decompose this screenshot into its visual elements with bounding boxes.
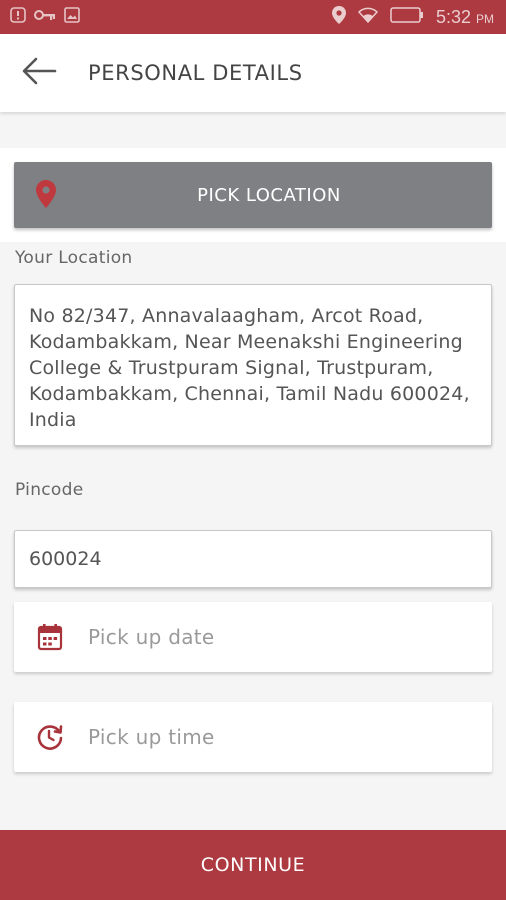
arrow-left-icon	[21, 57, 57, 89]
status-time: 5:32 PM	[436, 7, 494, 28]
page-title: PERSONAL DETAILS	[88, 61, 303, 85]
status-time-ampm: PM	[476, 11, 494, 26]
alert-icon	[10, 7, 26, 27]
battery-icon	[390, 7, 424, 27]
pickup-time-placeholder: Pick up time	[88, 725, 215, 749]
pincode-value: 600024	[29, 548, 102, 570]
image-icon	[64, 7, 80, 27]
location-icon	[331, 6, 346, 28]
app-toolbar: PERSONAL DETAILS	[0, 34, 506, 112]
continue-button[interactable]: CONTINUE	[0, 830, 506, 900]
pick-location-label: PICK LOCATION	[197, 184, 341, 206]
pincode-field[interactable]: 600024	[14, 530, 492, 588]
status-time-value: 5:32	[435, 6, 471, 27]
address-field[interactable]: No 82/347, Annavalaagham, Arcot Road, Ko…	[14, 284, 492, 446]
pickup-date-field[interactable]: Pick up date	[14, 602, 492, 672]
pickup-time-field[interactable]: Pick up time	[14, 702, 492, 772]
map-pin-icon	[36, 180, 56, 212]
status-right-icons: 5:32 PM	[331, 6, 506, 28]
your-location-label: Your Location	[15, 248, 133, 268]
continue-label: CONTINUE	[200, 854, 306, 876]
pick-location-card: PICK LOCATION	[0, 148, 506, 242]
back-button[interactable]	[0, 34, 78, 112]
calendar-icon	[14, 623, 86, 651]
wifi-icon	[357, 7, 378, 27]
pickup-date-placeholder: Pick up date	[88, 625, 215, 649]
pick-location-button[interactable]: PICK LOCATION	[14, 162, 492, 228]
pincode-label: Pincode	[15, 480, 84, 500]
status-bar: 5:32 PM	[0, 0, 506, 34]
clock-refresh-icon	[14, 723, 86, 751]
status-left-icons	[0, 7, 80, 27]
key-icon	[34, 8, 56, 26]
